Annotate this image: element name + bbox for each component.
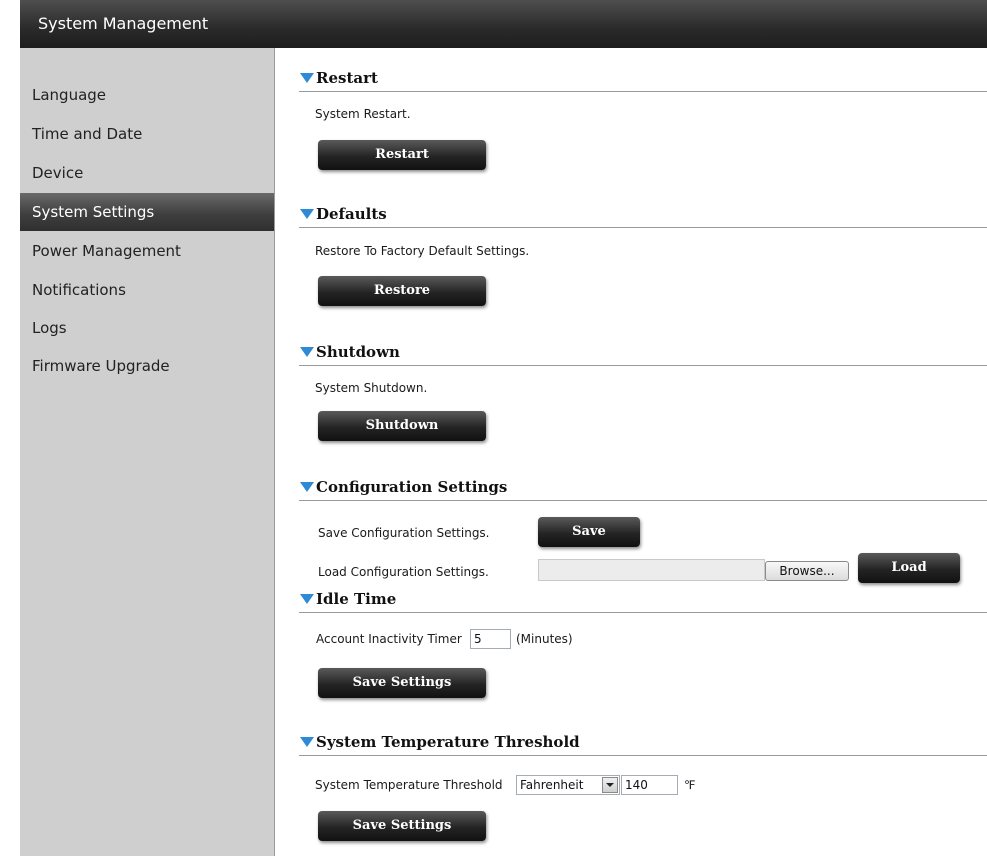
shutdown-description: System Shutdown. [315,381,428,395]
section-header-restart[interactable]: Restart [299,68,987,92]
restart-description: System Restart. [315,107,411,121]
save-config-label: Save Configuration Settings. [318,526,490,540]
sidebar-item-notifications[interactable]: Notifications [20,271,274,309]
sidebar-item-firmware-upgrade[interactable]: Firmware Upgrade [20,347,274,385]
section-header-defaults[interactable]: Defaults [299,204,987,228]
sidebar-item-power-management[interactable]: Power Management [20,232,274,270]
collapse-triangle-icon [300,737,314,747]
collapse-triangle-icon [300,73,314,83]
app-title-bar: System Management [20,0,987,48]
temperature-unit-select[interactable]: Fahrenheit [516,775,620,795]
section-title: Idle Time [316,590,397,608]
sidebar-item-time-and-date[interactable]: Time and Date [20,115,274,153]
restart-button[interactable]: Restart [318,140,486,170]
temperature-unit-symbol: ℉ [684,778,696,792]
section-title: Restart [316,69,378,87]
collapse-triangle-icon [300,594,314,604]
inactivity-timer-input[interactable]: 5 [470,629,511,649]
app-title: System Management [38,14,209,33]
inactivity-timer-unit: (Minutes) [516,632,573,646]
temperature-unit-value: Fahrenheit [520,778,584,792]
save-config-button[interactable]: Save [538,517,640,547]
section-header-configuration[interactable]: Configuration Settings [299,477,987,501]
section-header-shutdown[interactable]: Shutdown [299,342,987,366]
sidebar-item-logs[interactable]: Logs [20,309,274,347]
collapse-triangle-icon [300,482,314,492]
shutdown-button[interactable]: Shutdown [318,411,486,441]
sidebar: Language Time and Date Device System Set… [20,48,275,856]
collapse-triangle-icon [300,347,314,357]
section-header-temperature[interactable]: System Temperature Threshold [299,732,987,756]
section-header-idle-time[interactable]: Idle Time [299,589,987,613]
defaults-description: Restore To Factory Default Settings. [315,244,530,258]
temperature-save-settings-button[interactable]: Save Settings [318,811,486,841]
idle-save-settings-button[interactable]: Save Settings [318,668,486,698]
collapse-triangle-icon [300,209,314,219]
inactivity-timer-label: Account Inactivity Timer [316,632,462,646]
load-config-label: Load Configuration Settings. [318,565,489,579]
restore-button[interactable]: Restore [318,276,486,306]
window-frame [0,0,20,856]
section-title: Configuration Settings [316,478,508,496]
section-title: System Temperature Threshold [316,733,580,751]
section-title: Defaults [316,205,387,223]
sidebar-item-device[interactable]: Device [20,154,274,192]
temperature-threshold-input[interactable]: 140 [621,775,678,795]
config-file-input[interactable] [538,559,765,581]
chevron-down-icon [602,777,618,793]
main-content: Restart System Restart. Restart Defaults… [275,48,987,856]
sidebar-item-system-settings[interactable]: System Settings [20,193,274,231]
browse-button[interactable]: Browse... [765,561,849,581]
load-config-button[interactable]: Load [858,553,960,583]
section-title: Shutdown [316,343,400,361]
sidebar-item-language[interactable]: Language [20,76,274,114]
temperature-threshold-label: System Temperature Threshold [315,778,503,792]
